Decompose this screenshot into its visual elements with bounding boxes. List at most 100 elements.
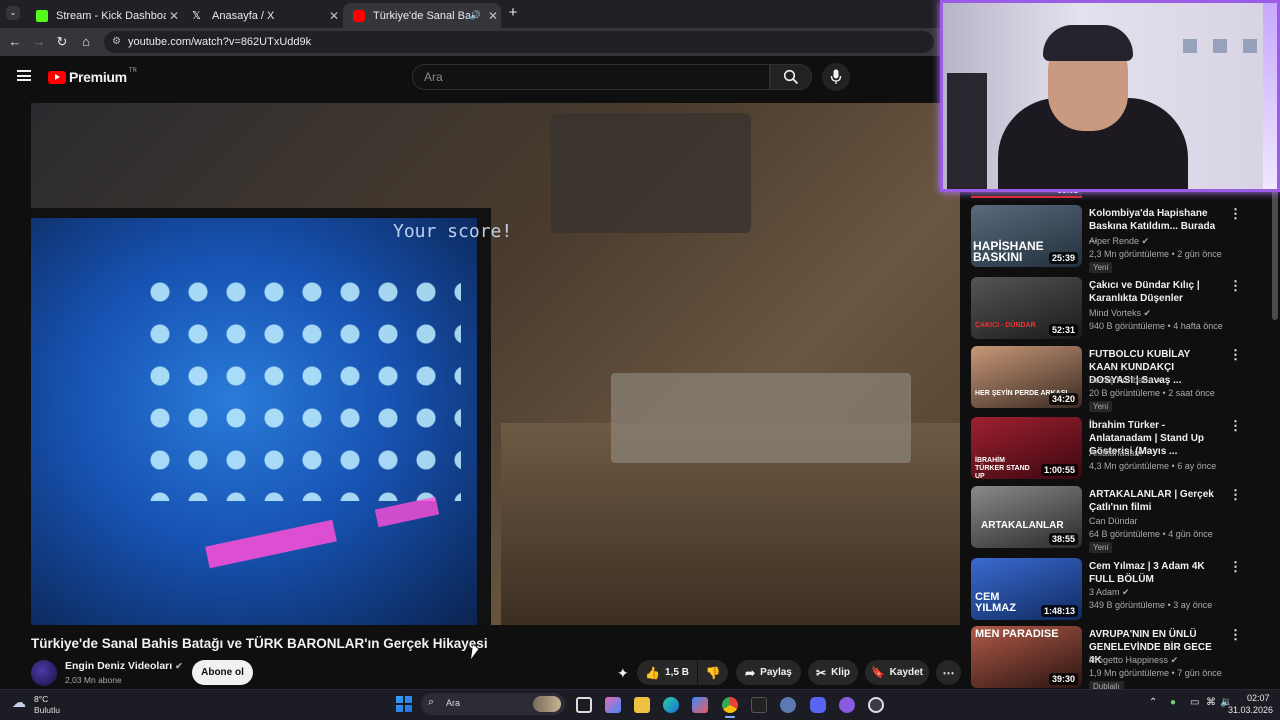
clock-time[interactable]: 02:07 xyxy=(1247,693,1270,703)
channel-name[interactable]: Savaş Kurtbaba ✔ xyxy=(1089,375,1163,386)
subscribe-button[interactable]: Abone ol xyxy=(192,660,253,685)
verified-icon: ✔ xyxy=(1141,236,1150,246)
obs-icon[interactable] xyxy=(751,697,767,713)
recommendation-item[interactable]: ÇAKICI - DÜNDAR 52:31 Çakıcı ve Dündar K… xyxy=(971,277,1271,343)
thumb-text: İBRAHİM TÜRKER STAND UP xyxy=(975,457,1030,479)
close-icon[interactable]: ✕ xyxy=(485,9,501,23)
video-thumbnail[interactable]: ÇAKICI - DÜNDAR 52:31 xyxy=(971,277,1082,339)
search-input[interactable]: Ara xyxy=(412,64,770,90)
site-info-icon[interactable]: ⚙ xyxy=(112,31,121,53)
close-icon[interactable]: ✕ xyxy=(326,9,342,23)
voice-search-button[interactable] xyxy=(822,63,850,91)
store-icon[interactable] xyxy=(692,697,708,713)
search-highlight-icon xyxy=(533,696,561,712)
chevron-up-icon[interactable]: ⌃ xyxy=(1149,697,1157,708)
close-icon[interactable]: ✕ xyxy=(166,9,182,23)
share-button[interactable]: ➦ Paylaş xyxy=(736,660,801,685)
duration-badge: 1:00:55 xyxy=(1040,464,1078,476)
clock-date[interactable]: 31.03.2026 xyxy=(1228,705,1273,715)
more-vert-icon[interactable]: ⋮ xyxy=(1229,488,1242,501)
recommendation-item[interactable]: HAPİSHANE BASKINI 25:39 Kolombiya'da Hap… xyxy=(971,205,1271,273)
video-thumbnail[interactable]: HAPİSHANE BASKINI 25:39 xyxy=(971,205,1082,267)
network-icon[interactable]: ⌘ xyxy=(1206,697,1216,708)
recommendation-item[interactable]: ARTAKALANLAR 38:55 ARTAKALANLAR | Gerçek… xyxy=(971,486,1271,553)
reload-icon[interactable]: ↻ xyxy=(53,33,71,51)
search-button[interactable] xyxy=(770,64,812,90)
save-label: Kaydet xyxy=(889,667,924,678)
weather-widget[interactable]: ☁ 8°C Bulutlu xyxy=(12,692,72,716)
more-vert-icon[interactable]: ⋮ xyxy=(1229,628,1242,641)
windows-icon xyxy=(396,696,412,712)
video-title[interactable]: Cem Yılmaz | 3 Adam 4K FULL BÖLÜM xyxy=(1089,560,1219,586)
video-thumbnail[interactable]: MEN PARADISE 39:30 xyxy=(971,626,1082,688)
tab-youtube-video[interactable]: Türkiye'de Sanal Bahis Batağ 🔊 ✕ xyxy=(343,3,501,28)
tab-kick-dashboard[interactable]: Stream - Kick Dashboard ✕ xyxy=(26,3,182,28)
new-tab-button[interactable]: + xyxy=(505,5,521,21)
duration-badge: 34:20 xyxy=(1048,393,1078,405)
video-thumbnail[interactable]: HER ŞEYİN PERDE ARKASI 34:20 xyxy=(971,346,1082,408)
channel-name[interactable]: Can Dündar xyxy=(1089,516,1138,526)
speaker-icon[interactable]: 🔊 xyxy=(470,10,481,21)
widgets-app-icon[interactable] xyxy=(605,697,621,713)
dubbed-badge: Dublajlı xyxy=(1089,681,1124,689)
chrome-icon[interactable] xyxy=(722,697,738,713)
new-badge: Yeni xyxy=(1089,262,1113,273)
recommendation-item[interactable]: HER ŞEYİN PERDE ARKASI 34:20 FUTBOLCU KU… xyxy=(971,346,1271,412)
hype-icon[interactable]: ✦ xyxy=(617,665,629,682)
app-icon[interactable] xyxy=(839,697,855,713)
home-icon[interactable]: ⌂ xyxy=(77,33,95,51)
youtube-logo[interactable]: Premium TR xyxy=(48,68,137,86)
more-vert-icon[interactable]: ⋮ xyxy=(1229,419,1242,432)
file-explorer-icon[interactable] xyxy=(634,697,650,713)
menu-icon[interactable] xyxy=(17,70,31,81)
more-vert-icon[interactable]: ⋮ xyxy=(1229,348,1242,361)
channel-avatar[interactable] xyxy=(31,660,57,686)
save-button[interactable]: 🔖 Kaydet xyxy=(865,660,929,685)
dislike-button[interactable]: 👎 xyxy=(698,660,728,685)
tab-search-dropdown[interactable]: ⌄ xyxy=(6,6,20,20)
channel-name[interactable]: Mind Vorteks ✔ xyxy=(1089,308,1151,319)
start-button[interactable] xyxy=(396,696,412,712)
channel-name[interactable]: Engin Deniz Videoları ✔ xyxy=(65,660,183,672)
clip-button[interactable]: ✂ Klip xyxy=(808,660,858,685)
video-thumbnail[interactable]: ARTAKALANLAR 38:55 xyxy=(971,486,1082,548)
channel-name[interactable]: Anlatanadam xyxy=(1089,448,1142,458)
thumb-text: CEM YILMAZ xyxy=(975,591,1016,614)
discord-icon[interactable] xyxy=(810,697,826,713)
channel-name-text: Can Dündar xyxy=(1089,516,1138,526)
recommendation-item[interactable]: İBRAHİM TÜRKER STAND UP 1:00:55 İbrahim … xyxy=(971,417,1271,483)
microphone-icon[interactable]: ● xyxy=(1170,697,1176,708)
more-vert-icon[interactable]: ⋮ xyxy=(1229,560,1242,573)
webcam-overlay xyxy=(940,0,1280,192)
channel-name[interactable]: Progetto Happiness ✔ xyxy=(1089,655,1178,666)
channel-name[interactable]: Alper Rende ✔ xyxy=(1089,236,1149,247)
task-view-icon[interactable] xyxy=(576,697,592,713)
app-icon[interactable] xyxy=(780,697,796,713)
channel-name-text: Alper Rende xyxy=(1089,236,1140,246)
more-vert-icon[interactable]: ⋮ xyxy=(1229,207,1242,220)
channel-name[interactable]: 3 Adam ✔ xyxy=(1089,587,1130,598)
back-icon[interactable]: ← xyxy=(6,33,24,51)
share-icon: ➦ xyxy=(745,665,756,680)
more-vert-icon[interactable]: ⋮ xyxy=(1229,279,1242,292)
video-thumbnail[interactable]: CEM YILMAZ 1:48:13 xyxy=(971,558,1082,620)
recommendation-item[interactable]: MEN PARADISE 39:30 AVRUPA'NIN EN ÜNLÜ GE… xyxy=(971,626,1271,689)
tab-x-home[interactable]: 𝕏 Anasayfa / X ✕ xyxy=(182,3,342,28)
streamer-cap xyxy=(1043,25,1133,61)
display-icon[interactable]: ▭ xyxy=(1190,697,1199,708)
edge-icon[interactable] xyxy=(663,697,679,713)
video-thumbnail[interactable]: İBRAHİM TÜRKER STAND UP 1:00:55 xyxy=(971,417,1082,479)
forward-icon[interactable]: → xyxy=(30,33,48,51)
search-icon: ⌕ xyxy=(428,696,435,708)
video-player[interactable]: Your score! xyxy=(31,103,960,625)
youtube-play-icon xyxy=(48,70,66,84)
address-bar[interactable]: ⚙ youtube.com/watch?v=862UTxUdd9k xyxy=(104,31,934,53)
like-button[interactable]: 👍 1,5 B xyxy=(637,660,697,685)
recommendation-item[interactable]: CEM YILMAZ 1:48:13 Cem Yılmaz | 3 Adam 4… xyxy=(971,558,1271,624)
more-actions-button[interactable]: ⋯ xyxy=(936,660,961,685)
video-title[interactable]: ARTAKALANLAR | Gerçek Çatlı'nın filmi xyxy=(1089,488,1219,514)
taskbar-search[interactable]: ⌕ Ara xyxy=(421,693,565,715)
app-icon[interactable] xyxy=(868,697,884,713)
video-title[interactable]: Çakıcı ve Dündar Kılıç | Karanlıkta Düşe… xyxy=(1089,279,1219,305)
thumb-text: MEN PARADISE xyxy=(975,628,1059,640)
